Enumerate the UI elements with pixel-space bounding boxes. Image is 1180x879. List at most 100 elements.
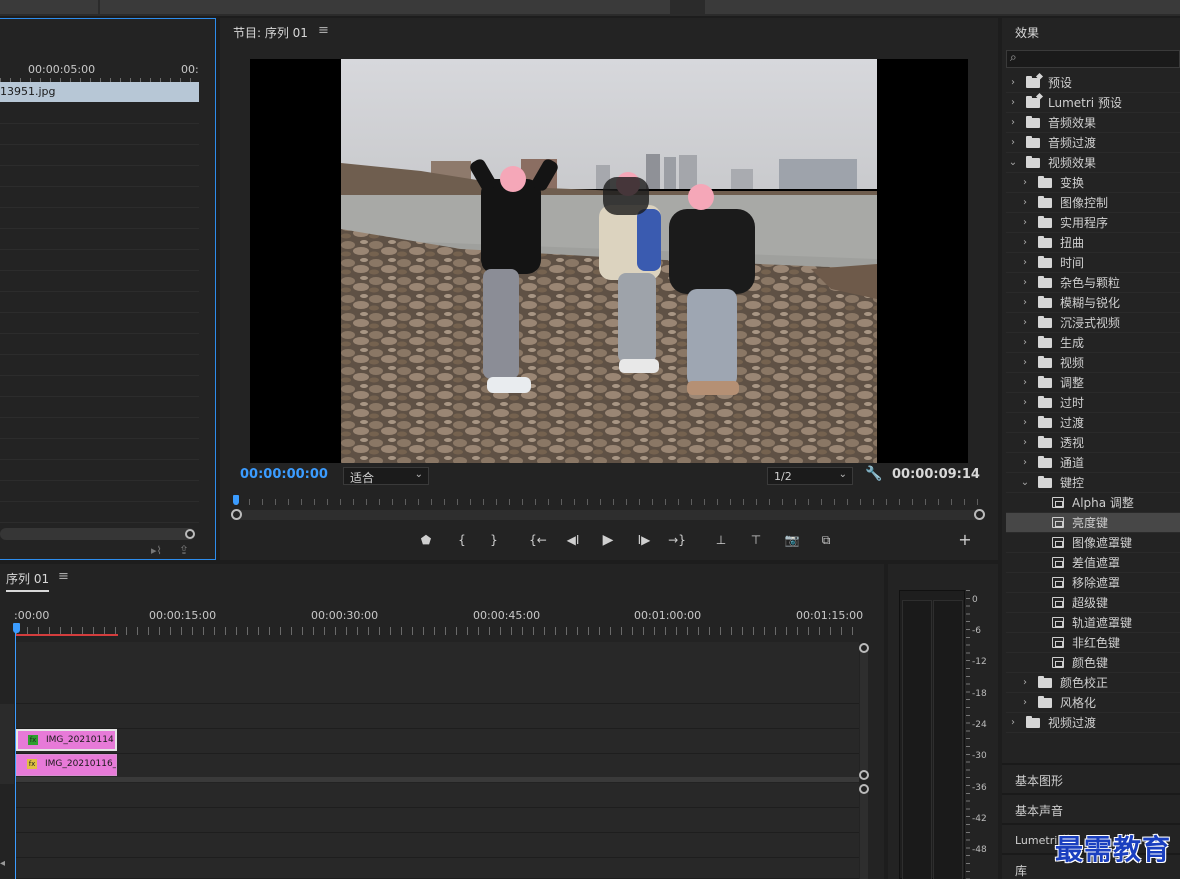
chevron-down-icon[interactable]: ⌄	[1020, 473, 1030, 493]
timeline-clip[interactable]: fx IMG_20210114	[16, 729, 117, 751]
chevron-right-icon[interactable]: ›	[1020, 253, 1030, 273]
effect-folder[interactable]: ⌄ 键控	[1006, 473, 1180, 493]
effect-folder[interactable]: › 透视	[1006, 433, 1180, 453]
scroll-handle-bottom[interactable]	[859, 770, 869, 780]
compare-view-button[interactable]: ⧉	[815, 530, 837, 550]
effect-item[interactable]: 非红色键	[1006, 633, 1180, 653]
scroll-handle-right[interactable]	[974, 509, 985, 520]
effect-item[interactable]: 轨道遮罩键	[1006, 613, 1180, 633]
essential-sound-panel-tab[interactable]: 基本声音	[1002, 793, 1180, 821]
effect-folder[interactable]: › 沉浸式视频	[1006, 313, 1180, 333]
scroll-handle-top[interactable]	[859, 643, 869, 653]
timeline-ruler-ticks[interactable]	[16, 627, 858, 635]
hamburger-icon[interactable]: ≡	[318, 23, 329, 38]
go-to-in-button[interactable]: {←	[527, 530, 549, 550]
chevron-right-icon[interactable]: ›	[1020, 453, 1030, 473]
audio-track[interactable]	[16, 783, 859, 808]
video-track[interactable]	[16, 642, 859, 704]
step-forward-button[interactable]: I▶	[633, 530, 655, 550]
effect-item[interactable]: 亮度键	[1006, 513, 1180, 533]
chevron-right-icon[interactable]: ›	[1020, 173, 1030, 193]
chevron-right-icon[interactable]: ›	[1020, 233, 1030, 253]
source-clip-item[interactable]: 13951.jpg	[0, 82, 199, 102]
effect-folder[interactable]: › 音频过渡	[1006, 133, 1180, 153]
top-tab-stub[interactable]	[705, 0, 1180, 14]
effect-folder[interactable]: › Lumetri 预设	[1006, 93, 1180, 113]
wrench-icon[interactable]: 🔧	[865, 466, 882, 482]
video-track[interactable]	[16, 754, 859, 779]
add-marker-button[interactable]: ⬟	[415, 530, 437, 550]
resolution-select[interactable]: 1/2 ⌄	[767, 467, 853, 485]
insert-icon[interactable]: ▸⌇	[151, 544, 162, 557]
mark-out-button[interactable]: }	[483, 530, 505, 550]
essential-graphics-panel-tab[interactable]: 基本图形	[1002, 763, 1180, 791]
effect-item[interactable]: 移除遮罩	[1006, 573, 1180, 593]
chevron-right-icon[interactable]: ›	[1020, 673, 1030, 693]
audio-track[interactable]	[16, 858, 859, 879]
export-icon[interactable]: ⇪	[179, 543, 189, 557]
program-playhead[interactable]	[233, 495, 239, 505]
chevron-right-icon[interactable]: ›	[1020, 193, 1030, 213]
chevron-right-icon[interactable]: ›	[1020, 433, 1030, 453]
chevron-right-icon[interactable]: ›	[1020, 393, 1030, 413]
effect-item[interactable]: 超级键	[1006, 593, 1180, 613]
video-frame[interactable]	[250, 59, 968, 463]
effect-folder[interactable]: › 风格化	[1006, 693, 1180, 713]
effects-search-input[interactable]: ⌕	[1006, 50, 1180, 68]
video-audio-divider[interactable]	[16, 777, 859, 782]
chevron-right-icon[interactable]: ›	[1008, 73, 1018, 93]
step-back-button[interactable]: ◀I	[562, 530, 584, 550]
scroll-handle-top[interactable]	[859, 784, 869, 794]
effect-folder[interactable]: › 时间	[1006, 253, 1180, 273]
effect-folder[interactable]: › 视频过渡	[1006, 713, 1180, 733]
effect-item[interactable]: 颜色键	[1006, 653, 1180, 673]
hamburger-icon[interactable]: ≡	[58, 569, 69, 584]
timeline-clip[interactable]: fx IMG_20210116_	[16, 754, 117, 776]
top-tab-stub[interactable]	[100, 0, 670, 14]
source-scrollbar[interactable]	[0, 528, 195, 540]
effect-folder[interactable]: › 实用程序	[1006, 213, 1180, 233]
add-button[interactable]: +	[954, 530, 976, 550]
play-button[interactable]: ▶	[597, 530, 619, 550]
top-tab-stub[interactable]	[0, 0, 98, 14]
chevron-right-icon[interactable]: ›	[1020, 353, 1030, 373]
chevron-down-icon[interactable]: ⌄	[1008, 153, 1018, 173]
timeline-tab[interactable]: 序列 01	[6, 570, 50, 592]
effect-item[interactable]: 差值遮罩	[1006, 553, 1180, 573]
chevron-right-icon[interactable]: ›	[1020, 693, 1030, 713]
effect-folder[interactable]: › 变换	[1006, 173, 1180, 193]
program-monitor-title[interactable]: 节目: 序列 01	[233, 24, 308, 41]
go-to-out-button[interactable]: →}	[666, 530, 688, 550]
chevron-right-icon[interactable]: ›	[1020, 333, 1030, 353]
chevron-right-icon[interactable]: ›	[1008, 113, 1018, 133]
effect-folder[interactable]: › 音频效果	[1006, 113, 1180, 133]
effect-folder[interactable]: › 视频	[1006, 353, 1180, 373]
effect-folder[interactable]: › 过渡	[1006, 413, 1180, 433]
extract-button[interactable]: ⊤	[745, 530, 767, 550]
effect-item[interactable]: 图像遮罩键	[1006, 533, 1180, 553]
video-track[interactable]	[16, 729, 859, 754]
audio-tracks-scrollbar[interactable]	[859, 784, 869, 879]
effect-folder[interactable]: › 调整	[1006, 373, 1180, 393]
video-tracks-scrollbar[interactable]	[859, 643, 869, 780]
effect-folder[interactable]: › 过时	[1006, 393, 1180, 413]
chevron-right-icon[interactable]: ›	[1020, 293, 1030, 313]
effect-item[interactable]: Alpha 调整	[1006, 493, 1180, 513]
program-zoom-scrollbar[interactable]	[231, 509, 985, 520]
audio-track[interactable]	[16, 808, 859, 833]
effect-folder[interactable]: ⌄ 视频效果	[1006, 153, 1180, 173]
chevron-right-icon[interactable]: ›	[1020, 313, 1030, 333]
chevron-right-icon[interactable]: ›	[1008, 93, 1018, 113]
chevron-left-icon[interactable]: ◂	[0, 858, 5, 869]
effect-folder[interactable]: › 生成	[1006, 333, 1180, 353]
effect-folder[interactable]: › 通道	[1006, 453, 1180, 473]
chevron-right-icon[interactable]: ›	[1008, 713, 1018, 733]
scroll-handle[interactable]	[185, 529, 195, 539]
lift-button[interactable]: ⊥	[710, 530, 732, 550]
effects-panel-title[interactable]: 效果	[1015, 24, 1039, 41]
chevron-right-icon[interactable]: ›	[1020, 273, 1030, 293]
effect-folder[interactable]: › 图像控制	[1006, 193, 1180, 213]
mark-in-button[interactable]: {	[451, 530, 473, 550]
chevron-right-icon[interactable]: ›	[1008, 133, 1018, 153]
effect-folder[interactable]: › 扭曲	[1006, 233, 1180, 253]
